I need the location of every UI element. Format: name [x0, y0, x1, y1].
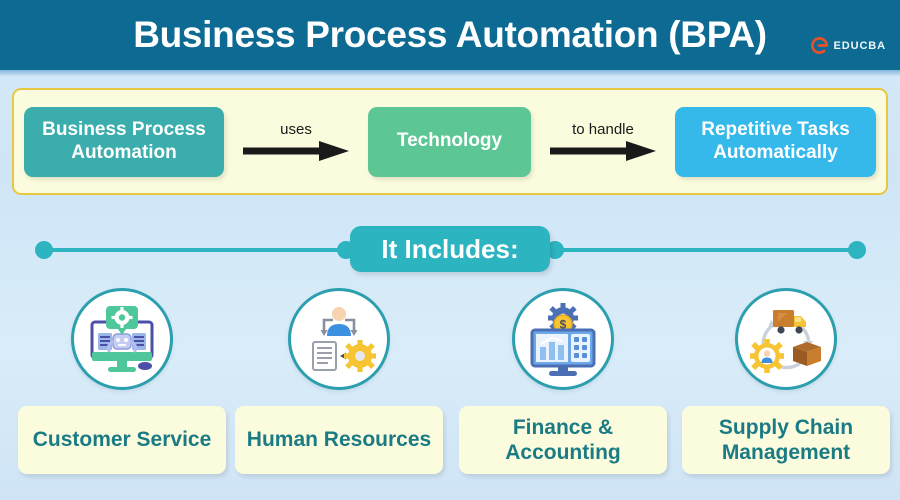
bpa-definition-flow-panel: Business Process Automation uses Technol…: [12, 88, 888, 195]
category-card-human-resources: Human Resources: [227, 288, 451, 474]
flow-step-business-process-automation: Business Process Automation: [24, 106, 224, 177]
arrow-right-icon: [243, 141, 349, 161]
category-label-customer-service: Customer Service: [18, 406, 226, 474]
arrow-right-icon: [550, 141, 656, 161]
customer-service-icon-circle: [71, 288, 173, 390]
it-includes-badge: It Includes:: [350, 226, 550, 272]
page-header: Business Process Automation (BPA): [0, 0, 900, 70]
educba-brand-text: EDUCBA: [833, 39, 886, 52]
header-underline-strip: [0, 70, 900, 76]
flow-connector-uses: uses: [236, 111, 356, 173]
supply-chain-icon-circle: [735, 288, 837, 390]
educba-e-logo-icon: [810, 36, 829, 55]
flow-step-technology: Technology: [368, 106, 531, 177]
category-cards: Customer Service Human Resources $ Finan…: [0, 288, 900, 488]
banner-line-left: [48, 248, 348, 252]
educba-brand-logo: EDUCBA: [810, 36, 886, 55]
banner-dot-far-right: [848, 241, 866, 259]
banner-line-right: [556, 248, 856, 252]
banner-dot-far-left: [35, 241, 53, 259]
category-label-human-resources: Human Resources: [235, 406, 443, 474]
category-card-finance-accounting: $ Finance & Accounting: [451, 288, 675, 474]
category-label-supply-chain-management: Supply Chain Management: [682, 406, 890, 474]
customer-service-chatbot-monitor-icon: [90, 306, 154, 372]
supply-chain-truck-box-gear-icon: [750, 310, 821, 373]
flow-connector-to-handle: to handle: [543, 111, 663, 173]
flow-step-repetitive-tasks: Repetitive Tasks Automatically: [675, 106, 876, 177]
page-title: Business Process Automation (BPA): [133, 14, 767, 55]
human-resources-person-document-gear-icon: [312, 307, 376, 372]
it-includes-banner: It Includes:: [0, 222, 900, 276]
finance-accounting-monitor-calculator-icon: $: [530, 303, 596, 376]
human-resources-icon-circle: [288, 288, 390, 390]
flow-row: Business Process Automation uses Technol…: [14, 90, 886, 193]
flow-connector-uses-label: uses: [280, 121, 312, 138]
category-card-customer-service: Customer Service: [10, 288, 234, 474]
flow-connector-to-handle-label: to handle: [572, 121, 634, 138]
category-card-supply-chain-management: Supply Chain Management: [674, 288, 898, 474]
finance-accounting-icon-circle: $: [512, 288, 614, 390]
category-label-finance-accounting: Finance & Accounting: [459, 406, 667, 474]
